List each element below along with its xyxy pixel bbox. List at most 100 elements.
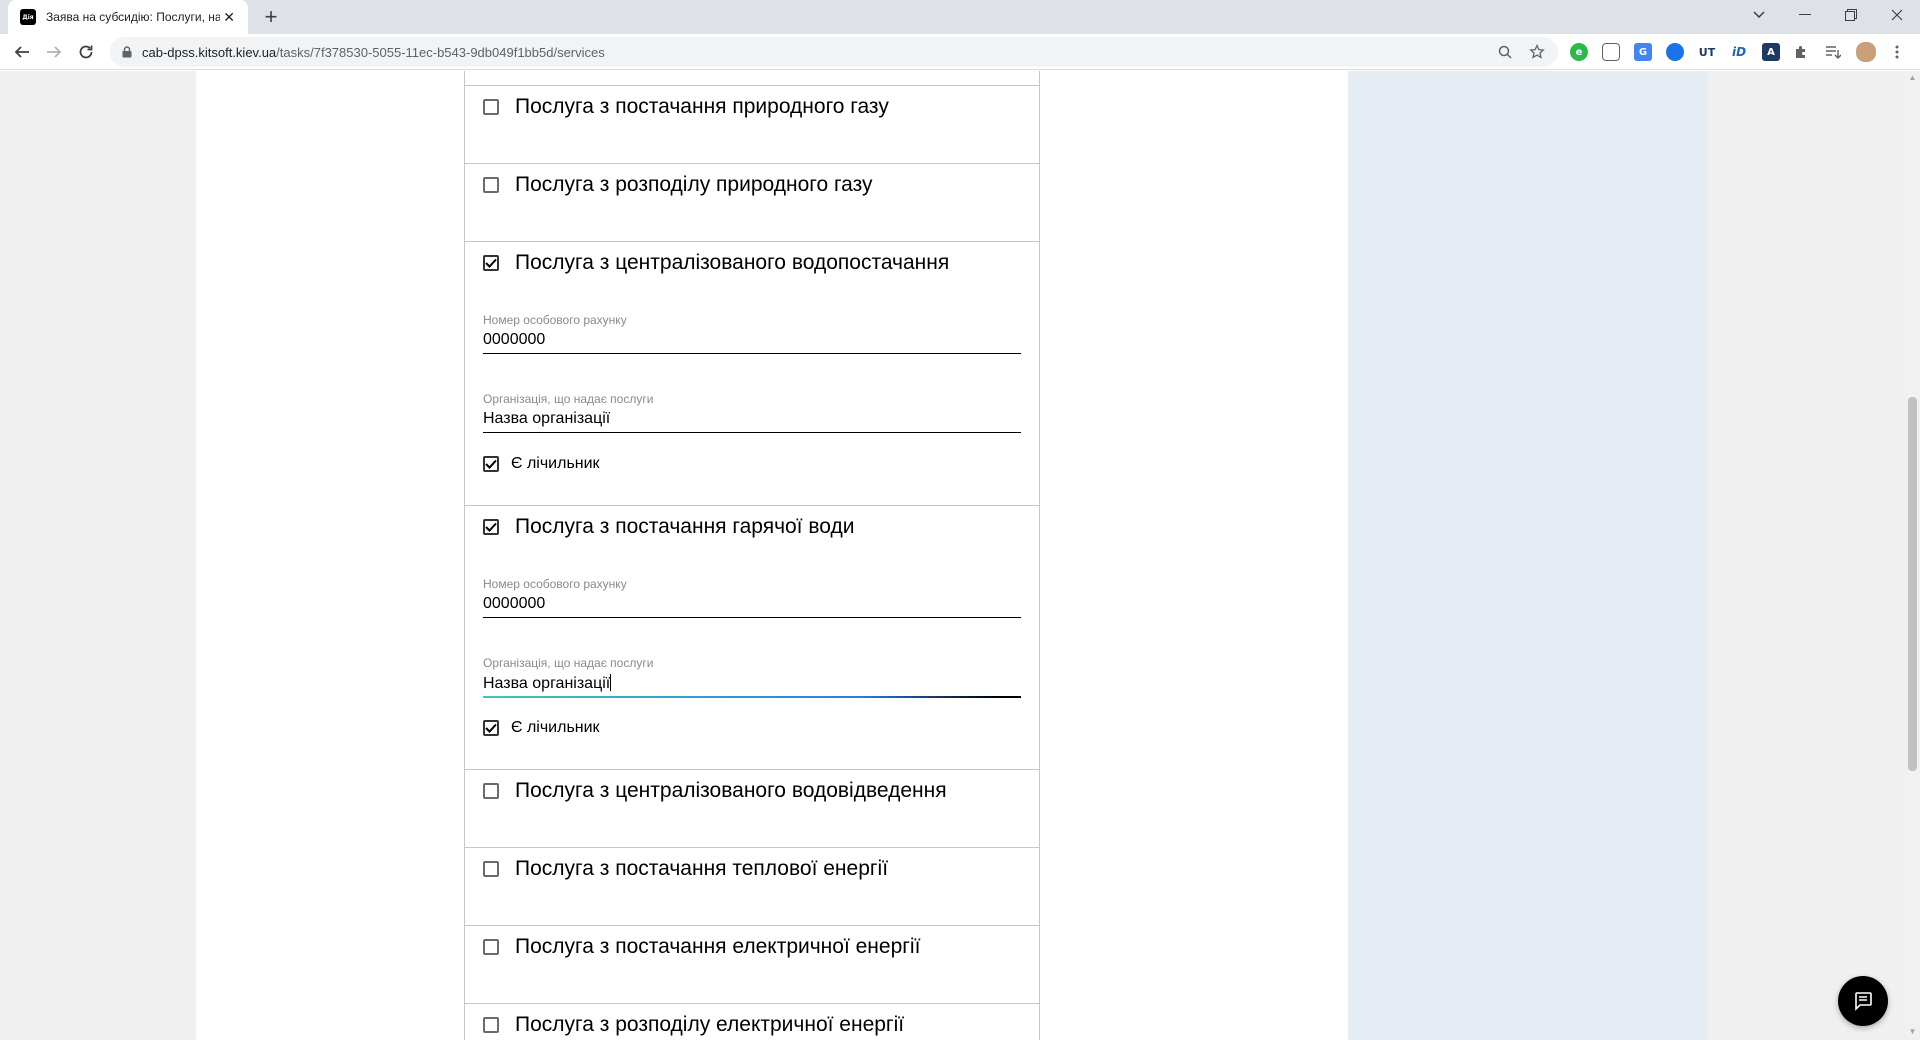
service-title: Послуга з постачання природного газу (515, 95, 889, 118)
service-checkbox[interactable] (483, 255, 499, 271)
forward-arrow-icon[interactable] (40, 38, 68, 66)
browser-toolbar: cab-dpss.kitsoft.kiev.ua/tasks/7f378530-… (0, 34, 1920, 70)
service-title: Послуга з розподілу природного газу (515, 173, 873, 196)
chat-button[interactable] (1838, 976, 1888, 1026)
service-checkbox[interactable] (483, 519, 499, 535)
scroll-down-arrow-icon[interactable]: ▼ (1908, 1027, 1917, 1036)
text-caret (610, 674, 612, 691)
back-arrow-icon[interactable] (8, 38, 36, 66)
pocket-extension-icon[interactable] (1602, 43, 1620, 61)
browser-tab[interactable]: Дія Заява на субсидію: Послуги, на ✕ (8, 0, 248, 34)
service-checkbox[interactable] (483, 783, 499, 799)
url-path: /tasks/7f378530-5055-11ec-b543-9db049f1b… (276, 44, 605, 60)
restore-icon[interactable] (1828, 0, 1874, 30)
editor-extension-icon[interactable]: A (1762, 43, 1780, 61)
meter-label: Є лічильник (511, 719, 600, 736)
service-header: Послуга з постачання природного газу (483, 95, 889, 119)
organization-field[interactable]: Організація, що надає послуги Назва орга… (483, 392, 1021, 433)
checkmark-icon (485, 522, 497, 532)
page-scrollbar[interactable]: ▲ ▼ (1905, 71, 1920, 1040)
tab-close-icon[interactable]: ✕ (220, 9, 238, 26)
right-sidebar (1348, 71, 1708, 1040)
service-header: Послуга з централізованого водовідведенн… (483, 779, 947, 803)
new-tab-icon[interactable]: + (258, 4, 284, 30)
profile-avatar[interactable] (1856, 42, 1876, 62)
field-label: Номер особового рахунку (483, 577, 627, 591)
browser-tab-bar: Дія Заява на субсидію: Послуги, на ✕ + (0, 0, 1920, 34)
field-underline (483, 432, 1021, 433)
extensions-puzzle-icon[interactable] (1792, 43, 1810, 61)
service-header: Послуга з централізованого водопостачанн… (483, 251, 949, 275)
field-underline (483, 617, 1021, 618)
service-checkbox[interactable] (483, 1017, 499, 1033)
field-label: Організація, що надає послуги (483, 656, 654, 670)
field-underline (483, 353, 1021, 354)
evernote-extension-icon[interactable]: e (1570, 43, 1588, 61)
service-natural-gas-supply: Послуга з постачання природного газу (465, 85, 1039, 163)
account-number-input[interactable]: 0000000 (483, 595, 1021, 615)
field-underline-focused (483, 696, 1021, 698)
service-header: Послуга з постачання теплової енергії (483, 857, 888, 881)
tab-title: Заява на субсидію: Послуги, на (46, 10, 221, 24)
shield-extension-icon[interactable] (1666, 43, 1684, 61)
url-host: cab-dpss.kitsoft.kiev.ua (142, 44, 277, 60)
organization-input-text: Назва організації (483, 675, 611, 692)
service-header: Послуга з розподілу електричної енергії (483, 1013, 904, 1037)
checkmark-icon (485, 723, 497, 733)
service-title: Послуга з централізованого водопостачанн… (515, 251, 950, 274)
url-text: cab-dpss.kitsoft.kiev.ua/tasks/7f378530-… (142, 45, 605, 60)
minimize-icon[interactable] (1782, 0, 1828, 30)
scroll-up-arrow-icon[interactable]: ▲ (1908, 73, 1917, 82)
zoom-icon[interactable] (1496, 43, 1514, 61)
service-central-water-supply: Послуга з централізованого водопостачанн… (465, 241, 1039, 505)
bookmark-star-icon[interactable] (1528, 43, 1546, 61)
browser-menu-icon[interactable] (1888, 43, 1906, 61)
service-heat-supply: Послуга з постачання теплової енергії (465, 847, 1039, 925)
service-title: Послуга з централізованого водовідведенн… (515, 779, 947, 802)
reload-icon[interactable] (72, 38, 100, 66)
close-window-icon[interactable] (1874, 0, 1920, 30)
account-number-input[interactable]: 0000000 (483, 331, 1021, 351)
service-title: Послуга з розподілу електричної енергії (515, 1013, 905, 1036)
organization-input-focused[interactable]: Назва організації (483, 674, 1021, 694)
translate-extension-icon[interactable]: G (1634, 43, 1652, 61)
account-number-field[interactable]: Номер особового рахунку 0000000 (483, 313, 1021, 354)
meter-label: Є лічильник (511, 455, 600, 472)
chat-icon (1855, 992, 1872, 1011)
organization-input[interactable]: Назва організації (483, 410, 1021, 430)
service-title: Послуга з постачання електричної енергії (515, 935, 921, 958)
meter-option[interactable]: Є лічильник (483, 455, 600, 473)
checkmark-icon (485, 258, 497, 268)
id-extension-icon[interactable]: iD (1730, 43, 1748, 61)
tab-search-chevron-icon[interactable] (1736, 0, 1782, 30)
field-label: Номер особового рахунку (483, 313, 627, 327)
service-electricity-supply: Послуга з постачання електричної енергії (465, 925, 1039, 1003)
diia-favicon-icon: Дія (20, 9, 36, 25)
service-checkbox[interactable] (483, 939, 499, 955)
field-label: Організація, що надає послуги (483, 392, 654, 406)
ut-extension-icon[interactable]: UT (1698, 43, 1716, 61)
service-header: Послуга з розподілу природного газу (483, 173, 873, 197)
page-viewport: Послуга з постачання природного газу Пос… (0, 71, 1905, 1040)
address-bar[interactable]: cab-dpss.kitsoft.kiev.ua/tasks/7f378530-… (110, 37, 1558, 67)
service-header: Послуга з постачання електричної енергії (483, 935, 920, 959)
checkmark-icon (485, 459, 497, 469)
service-central-drainage: Послуга з централізованого водовідведенн… (465, 769, 1039, 847)
service-title: Послуга з постачання гарячої води (515, 515, 855, 538)
meter-checkbox[interactable] (483, 720, 499, 736)
service-checkbox[interactable] (483, 99, 499, 115)
organization-field[interactable]: Організація, що надає послуги Назва орга… (483, 656, 1021, 698)
service-electricity-distribution: Послуга з розподілу електричної енергії (465, 1003, 1039, 1040)
service-checkbox[interactable] (483, 177, 499, 193)
service-title: Послуга з постачання теплової енергії (515, 857, 889, 880)
scrollbar-thumb[interactable] (1908, 397, 1917, 771)
reading-list-icon[interactable] (1824, 43, 1842, 61)
account-number-field[interactable]: Номер особового рахунку 0000000 (483, 577, 1021, 618)
main-content: Послуга з постачання природного газу Пос… (196, 71, 1348, 1040)
meter-option[interactable]: Є лічильник (483, 719, 600, 737)
services-form: Послуга з постачання природного газу Пос… (464, 71, 1040, 1040)
meter-checkbox[interactable] (483, 456, 499, 472)
service-hot-water-supply: Послуга з постачання гарячої води Номер … (465, 505, 1039, 769)
lock-icon[interactable] (120, 45, 134, 59)
service-checkbox[interactable] (483, 861, 499, 877)
